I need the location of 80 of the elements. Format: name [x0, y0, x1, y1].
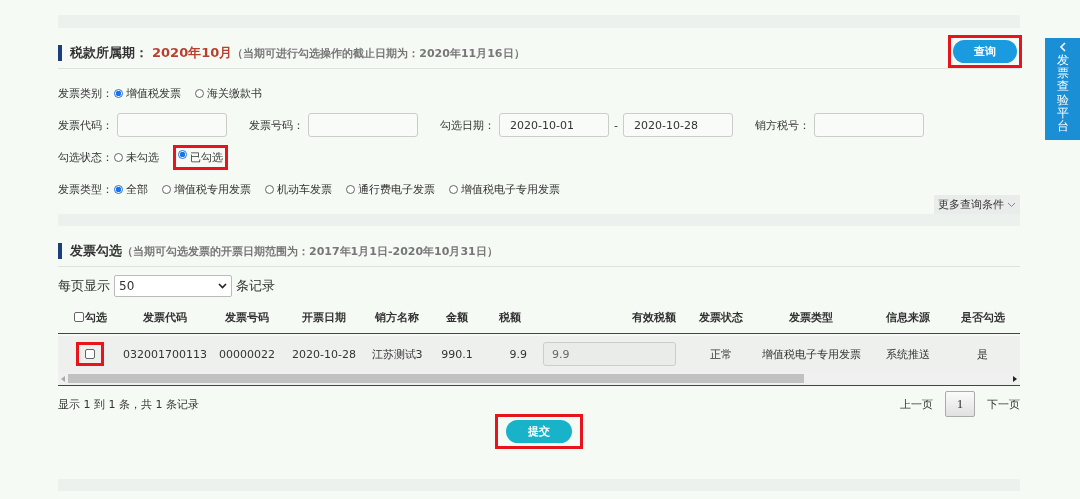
chevron-left-icon [1059, 42, 1066, 52]
column-header: 发票类型 [788, 309, 834, 325]
column-header: 是否勾选 [959, 309, 1006, 325]
radio-button[interactable] [346, 184, 355, 194]
table-cell: 系统推送 [885, 347, 930, 361]
period-value: 2020年10月 [152, 44, 233, 62]
prev-page-link[interactable]: 上一页 [900, 396, 933, 412]
radio-button[interactable] [265, 184, 274, 194]
horizontal-scrollbar[interactable] [58, 372, 1020, 386]
column-header: 发票代码 [142, 309, 188, 325]
field-label: 发票号码： [249, 117, 304, 133]
table-cell: 990.1 [441, 347, 473, 361]
section-marker [58, 243, 62, 259]
row-checkbox[interactable] [85, 349, 95, 359]
more-conditions-toggle[interactable]: 更多查询条件 [934, 195, 1020, 214]
radio-button[interactable] [449, 184, 458, 194]
table-cell: 032001700113 [123, 347, 207, 361]
tax-input-field[interactable]: 9.9 [543, 342, 676, 366]
period-label: 税款所属期： [70, 44, 148, 62]
date-field[interactable]: 2020-10-01 [499, 113, 609, 137]
scroll-left-icon[interactable] [61, 375, 65, 382]
scroll-right-icon[interactable] [1013, 375, 1017, 382]
record-summary: 显示 1 到 1 条，共 1 条记录 [58, 396, 199, 412]
column-header: 税额 [497, 309, 522, 325]
radio-button[interactable] [178, 149, 187, 159]
input-field[interactable] [117, 113, 227, 137]
radio-label[interactable]: 已勾选 [190, 149, 223, 165]
date-field[interactable]: 2020-10-28 [623, 113, 733, 137]
table-cell: 是 [977, 347, 988, 361]
page-size-select[interactable]: 50 [114, 275, 232, 297]
field-label: 发票代码： [58, 117, 113, 133]
radio-button[interactable] [162, 184, 171, 194]
radio-label[interactable]: 增值税专用发票 [174, 181, 251, 197]
side-tab[interactable]: 发票查验平台 [1045, 38, 1080, 140]
radio-label[interactable]: 通行费电子发票 [358, 181, 435, 197]
section-marker [58, 45, 62, 61]
filter-label: 发票类型： [58, 181, 114, 197]
page-button[interactable]: 1 [945, 391, 975, 417]
radio-label[interactable]: 全部 [126, 181, 148, 197]
radio-button[interactable] [114, 152, 123, 162]
field-label: 勾选日期： [440, 117, 495, 133]
period-note: （当期可进行勾选操作的截止日期为：2020年11月16日） [232, 45, 525, 61]
column-header: 发票号码 [224, 309, 270, 325]
table-cell: 9.9 [509, 347, 527, 361]
input-field[interactable] [308, 113, 418, 137]
side-tab-label[interactable]: 发票查验平台 [1056, 54, 1069, 134]
section-title: 发票勾选 [70, 242, 122, 260]
column-header: 金额 [445, 309, 469, 325]
column-header: 信息来源 [884, 309, 931, 325]
column-header: 销方名称 [373, 309, 420, 325]
table-cell: 正常 [710, 347, 732, 361]
filter-label: 勾选状态： [58, 149, 114, 165]
select-all-checkbox[interactable] [73, 312, 84, 322]
input-field[interactable] [814, 113, 924, 137]
radio-label[interactable]: 增值税发票 [126, 85, 181, 101]
column-header: 有效税额 [631, 309, 677, 325]
filter-label: 发票类别： [58, 85, 114, 101]
radio-button[interactable] [114, 184, 123, 194]
page-size-suffix: 条记录 [236, 277, 275, 295]
chevron-down-icon [218, 283, 227, 289]
column-header: 开票日期 [301, 309, 347, 325]
table-cell: 江苏测试3 [371, 347, 423, 361]
page-size-label: 每页显示 [58, 277, 110, 295]
column-header: 发票状态 [698, 309, 744, 325]
table-cell: 00000022 [219, 347, 275, 361]
range-separator: - [614, 118, 618, 132]
radio-button[interactable] [114, 88, 123, 98]
section-note: （当期可勾选发票的开票日期范围为：2017年1月1日-2020年10月31日） [122, 243, 498, 259]
radio-label[interactable]: 增值税电子专用发票 [461, 181, 560, 197]
field-label: 销方税号： [755, 117, 810, 133]
table-cell: 2020-10-28 [292, 347, 356, 361]
next-page-link[interactable]: 下一页 [987, 396, 1020, 412]
column-header: 勾选 [84, 309, 107, 325]
radio-button[interactable] [195, 88, 204, 98]
scrollbar-thumb[interactable] [68, 374, 804, 383]
radio-label[interactable]: 海关缴款书 [207, 85, 262, 101]
table-cell: 增值税电子专用发票 [761, 347, 861, 361]
radio-label[interactable]: 未勾选 [126, 149, 159, 165]
chevron-down-icon [1007, 201, 1016, 208]
radio-label[interactable]: 机动车发票 [277, 181, 332, 197]
